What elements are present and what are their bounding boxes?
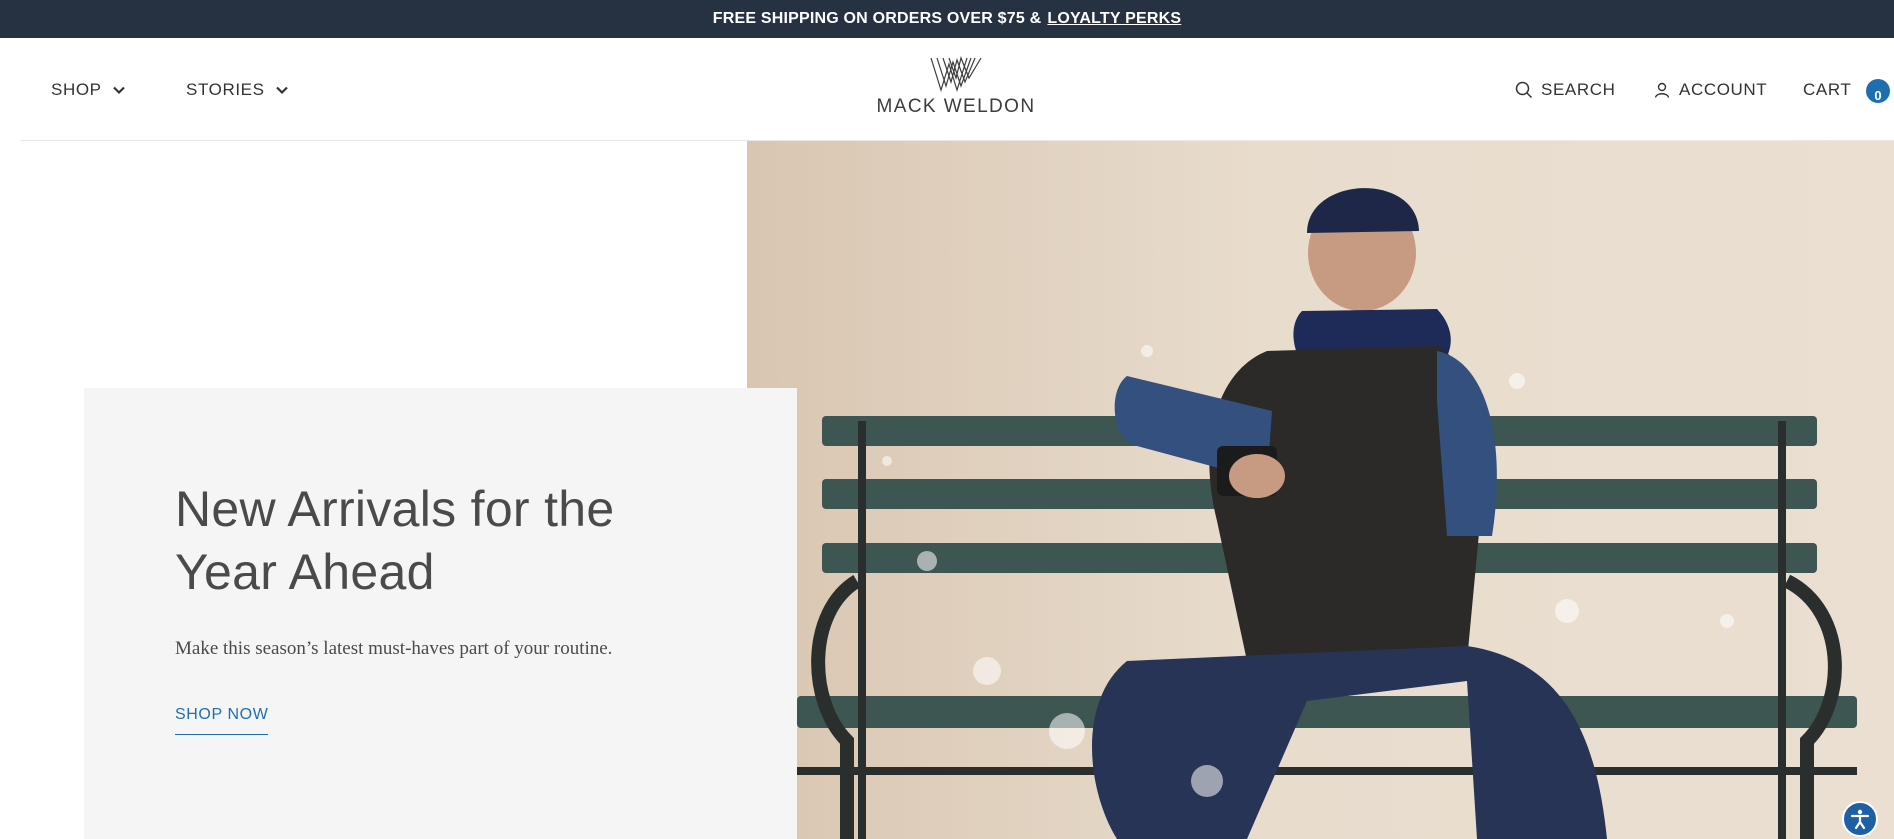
hero-heading: New Arrivals for the Year Ahead [175, 481, 615, 600]
nav-shop[interactable]: SHOP [51, 80, 126, 100]
hero-image [747, 141, 1894, 839]
accessibility-button[interactable] [1842, 801, 1878, 837]
accessibility-icon [1850, 809, 1870, 830]
nav-stories[interactable]: STORIES [186, 80, 289, 100]
cart-count-badge: 0 [1866, 79, 1890, 103]
chevron-down-icon [275, 86, 288, 95]
hero-illustration [797, 188, 1857, 839]
announcement-bar: FREE SHIPPING ON ORDERS OVER $75 & LOYAL… [0, 0, 1894, 38]
nav-shop-label: SHOP [51, 80, 102, 99]
cart-button[interactable]: CART [1803, 80, 1851, 100]
hero-card: New Arrivals for the Year Ahead Make thi… [84, 388, 797, 839]
logo-mark-icon [930, 56, 982, 92]
search-button[interactable]: SEARCH [1515, 80, 1615, 100]
search-label: SEARCH [1541, 80, 1616, 99]
search-icon [1515, 81, 1533, 99]
account-button[interactable]: ACCOUNT [1653, 80, 1767, 100]
shop-now-link[interactable]: SHOP NOW [175, 706, 269, 735]
announcement-text: FREE SHIPPING ON ORDERS OVER $75 & [712, 10, 1042, 27]
loyalty-perks-link[interactable]: LOYALTY PERKS [1047, 10, 1181, 28]
account-icon [1654, 82, 1670, 98]
logo-text: MACK WELDON [876, 96, 1036, 117]
hero-subtext: Make this season’s latest must-haves par… [175, 638, 613, 659]
account-label: ACCOUNT [1679, 80, 1768, 99]
chevron-down-icon [112, 86, 125, 95]
cart-label: CART [1803, 80, 1852, 99]
logo[interactable]: MACK WELDON [876, 56, 1036, 118]
nav-stories-label: STORIES [186, 80, 265, 99]
